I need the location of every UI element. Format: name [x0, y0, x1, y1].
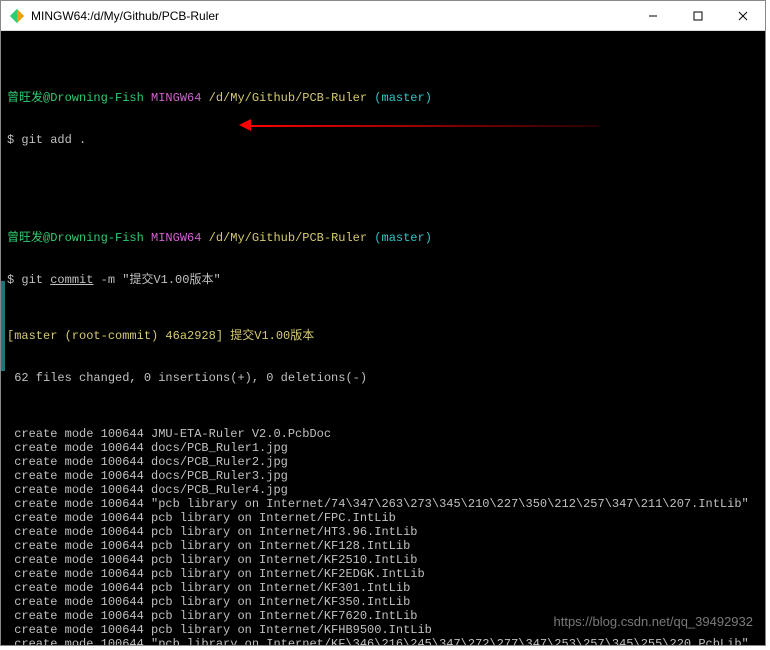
- minimize-button[interactable]: [630, 1, 675, 31]
- terminal-body[interactable]: 曾旺发@Drowning-Fish MINGW64 /d/My/Github/P…: [1, 31, 765, 645]
- close-button[interactable]: [720, 1, 765, 31]
- output-line: create mode 100644 "pcb library on Inter…: [7, 637, 759, 645]
- terminal-window: MINGW64:/d/My/Github/PCB-Ruler 曾旺发@Drown…: [0, 0, 766, 646]
- output-line: create mode 100644 pcb library on Intern…: [7, 553, 759, 567]
- output-line: create mode 100644 docs/PCB_Ruler3.jpg: [7, 469, 759, 483]
- output-line: create mode 100644 "pcb library on Inter…: [7, 497, 759, 511]
- prompt-branch: (master): [374, 91, 432, 105]
- title-bar[interactable]: MINGW64:/d/My/Github/PCB-Ruler: [1, 1, 765, 31]
- command-line: $ git add .: [7, 133, 759, 147]
- prompt-line: 曾旺发@Drowning-Fish MINGW64 /d/My/Github/P…: [7, 91, 759, 105]
- output-line: create mode 100644 pcb library on Intern…: [7, 609, 759, 623]
- output-line: create mode 100644 pcb library on Intern…: [7, 511, 759, 525]
- window-controls: [630, 1, 765, 30]
- app-icon: [9, 8, 25, 24]
- output-line: create mode 100644 pcb library on Intern…: [7, 567, 759, 581]
- commit-summary: [master (root-commit) 46a2928] 提交V1.00版本: [7, 329, 759, 343]
- output-line: create mode 100644 docs/PCB_Ruler4.jpg: [7, 483, 759, 497]
- output-line: create mode 100644 pcb library on Intern…: [7, 525, 759, 539]
- prompt-host: MINGW64: [151, 91, 201, 105]
- output-line: create mode 100644 pcb library on Intern…: [7, 581, 759, 595]
- command-line: $ git commit -m "提交V1.00版本": [7, 273, 759, 287]
- output-line: create mode 100644 docs/PCB_Ruler2.jpg: [7, 455, 759, 469]
- scrollbar-indicator[interactable]: [1, 281, 5, 371]
- blank-line: [7, 175, 759, 189]
- output-line: create mode 100644 pcb library on Intern…: [7, 595, 759, 609]
- output-line: create mode 100644 pcb library on Intern…: [7, 539, 759, 553]
- prompt-user: 曾旺发@Drowning-Fish: [7, 91, 144, 105]
- maximize-button[interactable]: [675, 1, 720, 31]
- window-title: MINGW64:/d/My/Github/PCB-Ruler: [31, 9, 630, 23]
- prompt-path: /d/My/Github/PCB-Ruler: [209, 231, 367, 245]
- commit-stats: 62 files changed, 0 insertions(+), 0 del…: [7, 371, 759, 385]
- prompt-path: /d/My/Github/PCB-Ruler: [209, 91, 367, 105]
- output-line: create mode 100644 pcb library on Intern…: [7, 623, 759, 637]
- output-line: create mode 100644 docs/PCB_Ruler1.jpg: [7, 441, 759, 455]
- annotation-arrow: [239, 121, 599, 131]
- prompt-host: MINGW64: [151, 231, 201, 245]
- prompt-user: 曾旺发@Drowning-Fish: [7, 231, 144, 245]
- prompt-line: 曾旺发@Drowning-Fish MINGW64 /d/My/Github/P…: [7, 231, 759, 245]
- output-lines: create mode 100644 JMU-ETA-Ruler V2.0.Pc…: [7, 427, 759, 645]
- command-text: git add .: [21, 133, 86, 147]
- prompt-branch: (master): [374, 231, 432, 245]
- output-line: create mode 100644 JMU-ETA-Ruler V2.0.Pc…: [7, 427, 759, 441]
